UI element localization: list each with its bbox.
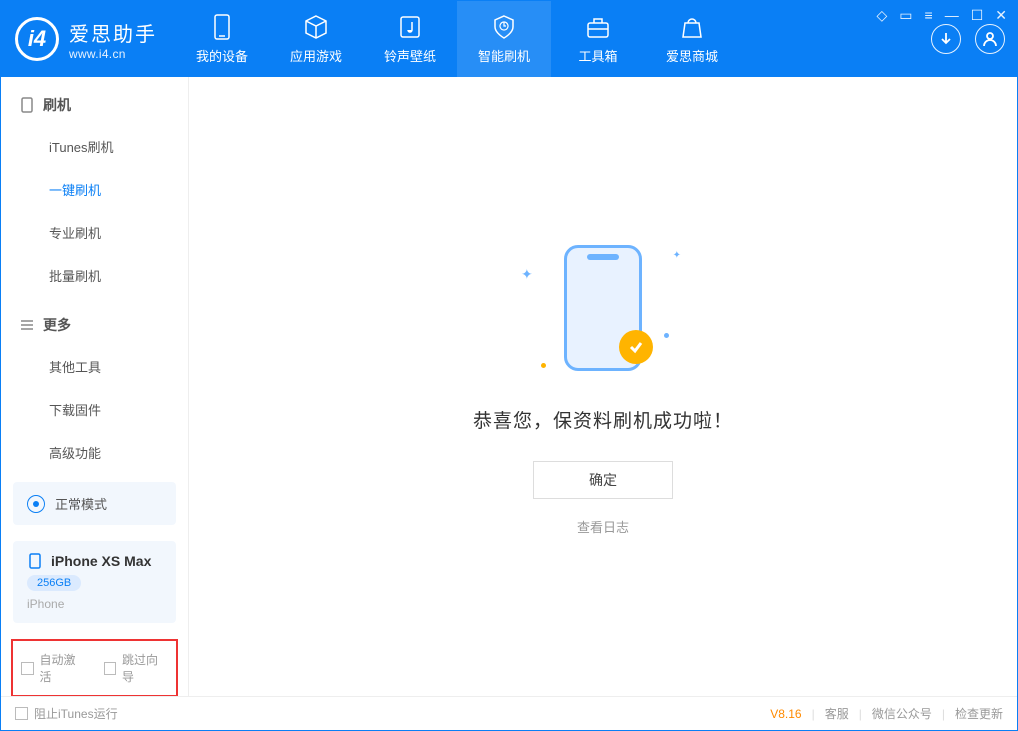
nav-tab-label: 应用游戏: [290, 46, 342, 65]
maximize-icon[interactable]: ☐: [971, 7, 984, 24]
phone-icon: [27, 553, 43, 569]
nav-tab-label: 工具箱: [578, 46, 617, 65]
view-log-link[interactable]: 查看日志: [577, 517, 629, 536]
check-badge-icon: [619, 330, 653, 364]
success-message: 恭喜您，保资料刷机成功啦！: [473, 406, 733, 433]
checkbox-box-icon: [104, 662, 117, 675]
sidebar-item-other-tools[interactable]: 其他工具: [1, 345, 188, 388]
section-title: 刷机: [43, 95, 71, 115]
toolbox-icon: [585, 14, 611, 40]
dot-icon: [664, 333, 669, 338]
theme-icon[interactable]: ◇: [877, 7, 888, 24]
menu-icon[interactable]: ▭: [899, 7, 912, 24]
app-window: ◇ ▭ ≡ — ☐ ✕ i4 爱思助手 www.i4.cn 我的设备 应用游戏: [0, 0, 1018, 731]
list-icon[interactable]: ≡: [925, 7, 933, 24]
minimize-icon[interactable]: —: [945, 7, 959, 24]
user-button[interactable]: [975, 24, 1005, 54]
checkbox-skip-wizard[interactable]: 跳过向导: [104, 651, 169, 685]
nav-tabs: 我的设备 应用游戏 铃声壁纸 智能刷机 工具箱 爱思商城: [175, 1, 739, 77]
checkbox-box-icon: [21, 662, 34, 675]
nav-tab-label: 我的设备: [196, 46, 248, 65]
sidebar-section-more: 更多: [1, 297, 188, 345]
sidebar: 刷机 iTunes刷机 一键刷机 专业刷机 批量刷机 更多 其他工具 下载固件 …: [1, 77, 189, 696]
mode-label: 正常模式: [55, 494, 107, 513]
sidebar-section-flash: 刷机: [1, 77, 188, 125]
mode-card[interactable]: 正常模式: [13, 482, 176, 525]
shield-icon: [491, 14, 517, 40]
window-controls: ◇ ▭ ≡ — ☐ ✕: [877, 7, 1007, 24]
nav-tab-flash[interactable]: 智能刷机: [457, 1, 551, 77]
checkbox-label: 阻止iTunes运行: [34, 705, 118, 722]
sparkle-icon: ✦: [521, 266, 533, 283]
mode-dot-icon: [27, 495, 45, 513]
sidebar-item-onekey-flash[interactable]: 一键刷机: [1, 168, 188, 211]
highlighted-checkbox-row: 自动激活 跳过向导: [11, 639, 178, 697]
cube-icon: [303, 14, 329, 40]
close-icon[interactable]: ✕: [995, 7, 1007, 24]
ok-button[interactable]: 确定: [533, 461, 673, 499]
checkbox-label: 跳过向导: [122, 651, 168, 685]
footer: 阻止iTunes运行 V8.16 | 客服 | 微信公众号 | 检查更新: [1, 696, 1017, 730]
main-panel: ✦ ✦ 恭喜您，保资料刷机成功啦！ 确定 查看日志: [189, 77, 1017, 696]
version-label: V8.16: [770, 707, 801, 721]
nav-tab-label: 智能刷机: [478, 46, 530, 65]
nav-tab-store[interactable]: 爱思商城: [645, 1, 739, 77]
nav-tab-label: 爱思商城: [666, 46, 718, 65]
checkbox-box-icon: [15, 707, 28, 720]
device-icon: [209, 14, 235, 40]
logo-icon: i4: [15, 17, 59, 61]
success-illustration: ✦ ✦: [513, 238, 693, 378]
footer-link-wechat[interactable]: 微信公众号: [872, 705, 932, 722]
nav-tab-apps[interactable]: 应用游戏: [269, 1, 363, 77]
nav-tab-toolbox[interactable]: 工具箱: [551, 1, 645, 77]
device-storage-badge: 256GB: [27, 575, 81, 591]
logo-text: 爱思助手 www.i4.cn: [69, 18, 157, 61]
logo-area: i4 爱思助手 www.i4.cn: [1, 1, 175, 77]
nav-tab-my-device[interactable]: 我的设备: [175, 1, 269, 77]
sparkle-icon: ✦: [673, 250, 681, 261]
store-icon: [679, 14, 705, 40]
music-icon: [397, 14, 423, 40]
download-button[interactable]: [931, 24, 961, 54]
sidebar-item-itunes-flash[interactable]: iTunes刷机: [1, 125, 188, 168]
sidebar-item-batch-flash[interactable]: 批量刷机: [1, 254, 188, 297]
footer-link-update[interactable]: 检查更新: [955, 705, 1003, 722]
body: 刷机 iTunes刷机 一键刷机 专业刷机 批量刷机 更多 其他工具 下载固件 …: [1, 77, 1017, 696]
device-name: iPhone XS Max: [51, 553, 151, 569]
sidebar-item-pro-flash[interactable]: 专业刷机: [1, 211, 188, 254]
checkbox-block-itunes[interactable]: 阻止iTunes运行: [15, 705, 118, 722]
checkbox-label: 自动激活: [40, 651, 86, 685]
footer-right: V8.16 | 客服 | 微信公众号 | 检查更新: [770, 705, 1003, 722]
section-title: 更多: [43, 315, 71, 335]
app-url: www.i4.cn: [69, 47, 157, 61]
sidebar-item-download-firmware[interactable]: 下载固件: [1, 388, 188, 431]
nav-tab-ringtones[interactable]: 铃声壁纸: [363, 1, 457, 77]
dot-icon: [541, 363, 546, 368]
device-type: iPhone: [27, 597, 162, 611]
device-card[interactable]: iPhone XS Max 256GB iPhone: [13, 541, 176, 623]
sidebar-item-advanced[interactable]: 高级功能: [1, 431, 188, 474]
checkbox-auto-activate[interactable]: 自动激活: [21, 651, 86, 685]
titlebar: ◇ ▭ ≡ — ☐ ✕ i4 爱思助手 www.i4.cn 我的设备 应用游戏: [1, 1, 1017, 77]
app-name: 爱思助手: [69, 18, 157, 47]
nav-tab-label: 铃声壁纸: [384, 46, 436, 65]
footer-link-support[interactable]: 客服: [825, 705, 849, 722]
